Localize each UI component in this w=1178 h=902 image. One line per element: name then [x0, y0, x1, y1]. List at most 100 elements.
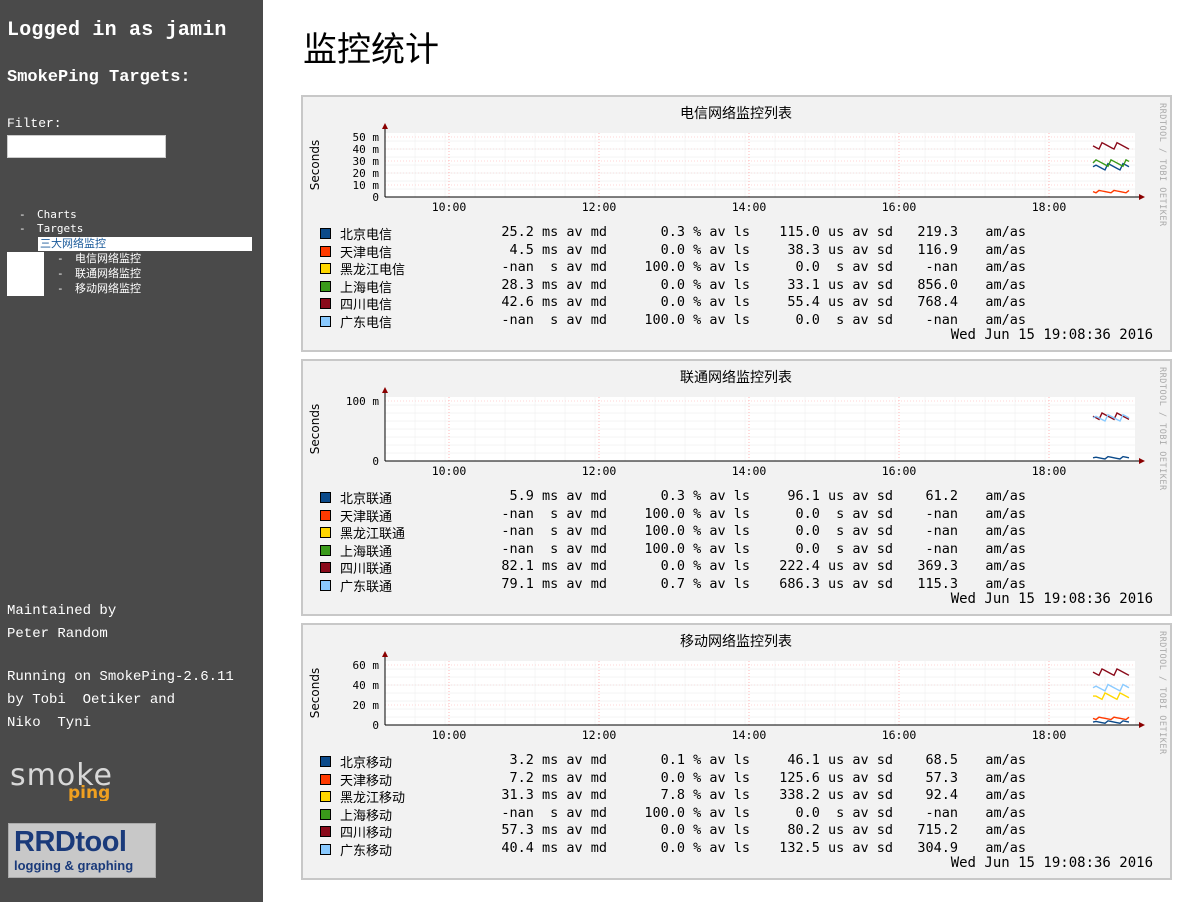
legend-ls: 0.3 % av ls — [660, 224, 750, 240]
legend-sd: 222.4 us av sd — [779, 558, 893, 574]
legend-name: 黑龙江电信 — [340, 263, 406, 278]
legend-swatch — [320, 756, 331, 767]
legend-med: -nan s av md — [501, 804, 607, 821]
x-tick-label: 10:00 — [432, 728, 467, 742]
legend-sd: 0.0 s av sd — [795, 523, 893, 539]
legend-amas: -nan — [925, 804, 958, 821]
legend-swatch — [320, 579, 331, 591]
x-tick-label: 18:00 — [1032, 200, 1067, 214]
legend-amas: 57.3 — [925, 769, 958, 786]
legend-name: 黑龙江移动 — [340, 791, 406, 806]
legend-row: 天津联通 -nan s av md 100.0 % av ls 0.0 s av sd… — [320, 505, 1080, 525]
legend-amas: 768.4 — [917, 294, 958, 310]
legend-unit: am/as — [985, 575, 1026, 592]
sidebar: Logged in as jamin SmokePing Targets: Fi… — [0, 0, 263, 902]
nav-label: 电信网络监控 — [75, 252, 141, 265]
nav-label: Targets — [37, 222, 84, 235]
smokeping-logo[interactable]: smoke ping — [8, 755, 158, 801]
legend-amas: 115.3 — [917, 575, 958, 592]
nav-dash: - — [19, 222, 26, 235]
legend-unit: am/as — [985, 276, 1026, 293]
legend-name: 四川电信 — [340, 298, 393, 313]
nav-item-targets[interactable]: - Targets — [19, 222, 83, 236]
graph-plot: 50 m40 m30 m20 m10 m010:00 12:00 14:00 16:0… — [308, 123, 1145, 214]
nav-item-mobile[interactable]: - 移动网络监控 — [57, 282, 141, 296]
legend-row: 北京电信 25.2 ms av md 0.3 % av ls 115.0 us av … — [320, 224, 1080, 243]
legend-sd: 38.3 us av sd — [787, 241, 893, 258]
legend-ls: 0.0 % av ls — [660, 558, 750, 574]
legend-row: 天津电信 4.5 ms av md 0.0 % av ls 38.3 us av sd… — [320, 241, 1080, 261]
nav-item-telecom[interactable]: - 电信网络监控 — [57, 252, 141, 266]
targets-heading: SmokePing Targets: — [7, 68, 191, 87]
legend-unit: am/as — [985, 488, 1026, 504]
legend-swatch — [320, 509, 331, 521]
filter-label: Filter: — [7, 116, 62, 131]
legend-row: 上海电信 28.3 ms av md 0.0 % av ls 33.1 us av s… — [320, 276, 1080, 296]
legend-med: 40.4 ms av md — [501, 839, 607, 856]
legend-row: 四川联通 82.1 ms av md 0.0 % av ls 222.4 us av … — [320, 558, 1080, 577]
nav-label: Charts — [37, 208, 77, 221]
legend-name: 北京移动 — [340, 756, 393, 771]
graph-panel[interactable]: 电信网络监控列表 RRDTOOL / TOBI OETIKER 50 m 40 m 30… — [301, 95, 1172, 352]
legend-med: 31.3 ms av md — [501, 787, 607, 803]
legend-med: -nan s av md — [501, 259, 607, 275]
running-on: Running on SmokePing-2.6.11 by Tobi Oeti… — [7, 669, 234, 731]
x-tick-label: 14:00 — [732, 464, 767, 478]
legend-amas: -nan — [925, 540, 958, 557]
x-tick-label: 14:00 — [732, 728, 767, 742]
graph-panel[interactable]: 移动网络监控列表 RRDTOOL / TOBI OETIKER 60 m 40 m 20… — [301, 623, 1172, 880]
y-tick-label: 100 m — [346, 395, 379, 408]
legend-unit: am/as — [985, 294, 1026, 310]
x-tick-label: 10:00 — [432, 464, 467, 478]
nav-item-selected[interactable]: 三大网络监控 — [38, 237, 252, 251]
legend-ls: 0.0 % av ls — [660, 839, 750, 856]
nav-item-unicom[interactable]: - 联通网络监控 — [57, 267, 141, 281]
legend-amas: -nan — [925, 259, 958, 275]
legend-row: 黑龙江移动 31.3 ms av md 7.8 % av ls 338.2 us av… — [320, 787, 1080, 806]
legend-ls: 0.1 % av ls — [660, 752, 750, 768]
x-axis-arrow — [1139, 722, 1145, 728]
y-axis-title: Seconds — [308, 140, 322, 190]
y-axis-arrow — [382, 387, 388, 393]
legend-sd: 80.2 us av sd — [787, 822, 893, 838]
legend-name: 广东联通 — [340, 579, 393, 595]
y-tick-label: 60 m — [353, 659, 380, 672]
x-tick-label: 18:00 — [1032, 728, 1067, 742]
x-axis-arrow — [1139, 458, 1145, 464]
nav-label: 联通网络监控 — [75, 267, 141, 280]
legend-sd: 338.2 us av sd — [779, 787, 893, 803]
legend-med: 28.3 ms av md — [501, 276, 607, 293]
legend-ls: 100.0 % av ls — [644, 523, 750, 539]
legend-unit: am/as — [985, 311, 1026, 328]
rrdtool-logo-subtitle: logging & graphing — [14, 858, 134, 873]
legend-unit: am/as — [985, 505, 1026, 522]
y-axis-title: Seconds — [308, 404, 322, 454]
y-tick-label: 0 — [372, 455, 379, 468]
graph-panel[interactable]: 联通网络监控列表 RRDTOOL / TOBI OETIKER 100 m 0 10:0… — [301, 359, 1172, 616]
legend-name: 黑龙江联通 — [340, 527, 406, 542]
legend-name: 广东移动 — [340, 843, 393, 859]
legend-amas: 856.0 — [917, 276, 958, 293]
legend-row: 北京移动 3.2 ms av md 0.1 % av ls 46.1 us av sd… — [320, 752, 1080, 771]
legend-ls: 100.0 % av ls — [644, 259, 750, 275]
graph-plot: 100 m 0 10:00 12:00 14:00 16:00 18:00 Seconds — [308, 387, 1145, 478]
x-tick-label: 12:00 — [582, 200, 617, 214]
legend-name: 上海联通 — [340, 544, 393, 560]
legend-ls: 0.0 % av ls — [660, 294, 750, 310]
legend-sd: 0.0 s av sd — [795, 804, 893, 821]
nav-indent-block — [7, 252, 44, 296]
legend-name: 天津电信 — [340, 245, 393, 261]
legend-unit: am/as — [985, 769, 1026, 786]
legend-amas: 369.3 — [917, 558, 958, 574]
rrdtool-logo[interactable]: RRDtool logging & graphing — [8, 823, 156, 878]
legend-sd: 0.0 s av sd — [795, 540, 893, 557]
filter-input[interactable] — [7, 135, 166, 158]
nav-item-charts[interactable]: - Charts — [19, 208, 77, 222]
legend-swatch — [320, 791, 331, 802]
legend-ls: 0.0 % av ls — [660, 276, 750, 293]
legend-amas: 304.9 — [917, 839, 958, 856]
legend-swatch — [320, 263, 331, 274]
y-tick-label: 0 — [372, 191, 379, 204]
y-tick-label: 0 — [372, 719, 379, 732]
legend-sd: 55.4 us av sd — [787, 294, 893, 310]
